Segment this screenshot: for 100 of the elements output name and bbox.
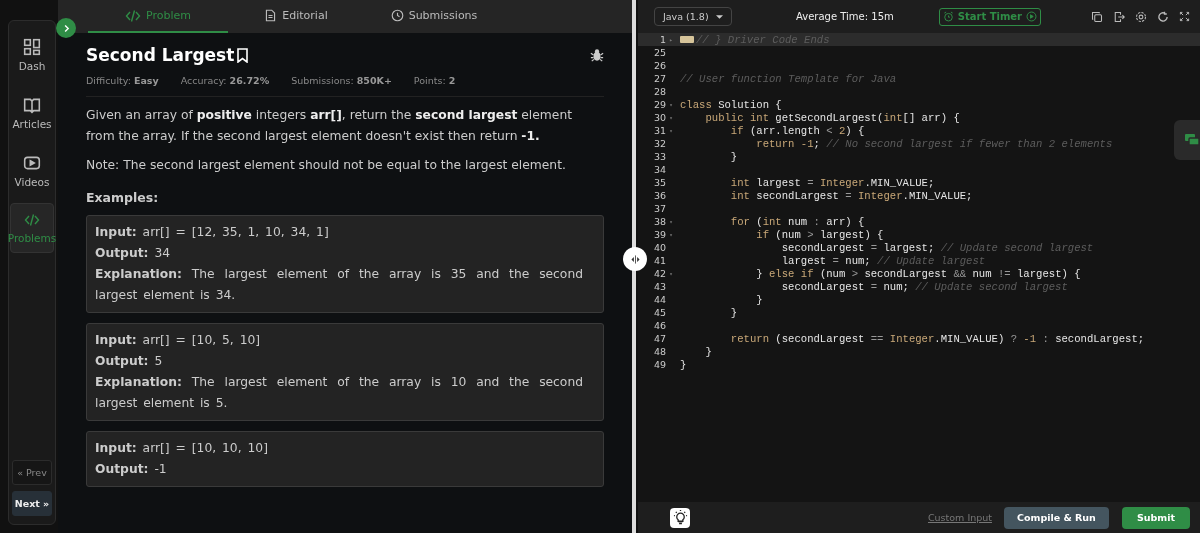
line-number: 1 xyxy=(658,34,666,45)
code-line: int secondLargest = Integer.MIN_VALUE; xyxy=(729,189,973,202)
line-number: 29 xyxy=(652,99,666,110)
line-number: 40 xyxy=(652,242,666,253)
examples-heading: Examples: xyxy=(86,190,160,205)
code-line: return (secondLargest == Integer.MIN_VALUE) ? -1 : secondLargest; xyxy=(729,332,1145,345)
nav-item[interactable]: Dash xyxy=(10,29,54,81)
line-number: 41 xyxy=(652,255,666,266)
clock-icon xyxy=(390,9,404,22)
copy-button[interactable] xyxy=(1091,10,1103,23)
exit-icon xyxy=(1113,10,1125,23)
code-line: } else if (num > secondLargest && num != largest) { xyxy=(755,267,1081,280)
folded-code-marker[interactable] xyxy=(680,36,694,43)
average-time: Average Time: 15m xyxy=(796,11,894,22)
start-timer-button[interactable]: Start Timer xyxy=(938,7,1042,26)
example-line: Output: 34 xyxy=(95,245,172,262)
next-button[interactable]: Next » xyxy=(12,491,52,516)
meta-item: Submissions: 850K+ xyxy=(291,75,392,86)
chat-icon xyxy=(1184,132,1200,148)
example-line: Explanation: The largest element of the array is 10 and the second largest element is 5. xyxy=(95,374,583,412)
caret-icon xyxy=(716,14,723,19)
nav-item[interactable]: Articles xyxy=(10,87,54,139)
line-number: 33 xyxy=(652,151,666,162)
code-line: if (num > largest) { xyxy=(755,228,884,241)
resize-handle[interactable] xyxy=(623,247,647,271)
problem-title: Second Largest xyxy=(86,45,235,65)
line-number: 47 xyxy=(652,333,666,344)
bug-icon[interactable] xyxy=(590,48,604,62)
grid-icon xyxy=(23,38,41,56)
code-line: secondLargest = largest; // Update second largest xyxy=(780,241,1094,254)
code-line: // User function Template for Java xyxy=(680,72,897,85)
line-number: 38 xyxy=(652,216,666,227)
code-icon xyxy=(125,7,141,24)
code-line: public int getSecondLargest(int[] arr) { xyxy=(704,111,960,124)
example-line: Output: -1 xyxy=(95,461,168,478)
line-number: 46 xyxy=(652,320,666,331)
line-number: 27 xyxy=(652,73,666,84)
description-paragraph: Given an array of positive integers arr[], return the second largest element from the array. If the second largest element doesn't exist then return -1. xyxy=(86,107,573,145)
tab[interactable]: Editorial xyxy=(226,0,366,33)
hint-button[interactable] xyxy=(670,507,690,528)
play-icon xyxy=(23,154,41,172)
line-number: 45 xyxy=(652,307,666,318)
line-number: 34 xyxy=(652,164,666,175)
meta-item: Points: 2 xyxy=(413,75,456,86)
book-icon xyxy=(23,96,41,114)
code-line: } xyxy=(680,358,687,371)
alarm-icon xyxy=(942,11,954,22)
submit-button[interactable]: Submit xyxy=(1121,506,1190,529)
code-line: if (arr.length < 2) { xyxy=(729,124,865,137)
export-button[interactable] xyxy=(1113,10,1125,23)
document-icon xyxy=(264,9,278,22)
code-line: } xyxy=(755,293,763,306)
code-line: for (int num : arr) { xyxy=(729,215,865,228)
example-line: Input: arr[] = [10, 10, 10] xyxy=(95,440,269,457)
chat-button[interactable] xyxy=(1174,120,1200,160)
line-number: 44 xyxy=(652,294,666,305)
line-number: 49 xyxy=(652,359,666,370)
reset-button[interactable] xyxy=(1157,10,1169,23)
expand-icon xyxy=(1179,10,1190,22)
line-number: 37 xyxy=(652,203,666,214)
code-icon xyxy=(24,212,40,228)
line-number: 35 xyxy=(652,177,666,188)
line-number: 25 xyxy=(652,47,666,58)
code-editor[interactable] xyxy=(638,33,1200,502)
line-number: 32 xyxy=(652,138,666,149)
language-dropdown[interactable]: Java (1.8) xyxy=(654,7,732,26)
tab[interactable]: Submissions xyxy=(364,0,504,33)
line-number: 28 xyxy=(652,86,666,97)
code-line: } xyxy=(704,345,712,358)
line-number: 30 xyxy=(652,112,666,123)
custom-input-link[interactable]: Custom Input xyxy=(927,512,992,523)
line-number: 39 xyxy=(652,229,666,240)
tab[interactable]: Problem xyxy=(88,0,228,33)
code-line: } xyxy=(729,150,738,163)
line-number: 26 xyxy=(652,60,666,71)
copy-icon xyxy=(1091,10,1103,23)
bookmark-icon[interactable] xyxy=(236,47,250,63)
example-line: Input: arr[] = [10, 5, 10] xyxy=(95,332,262,349)
example-line: Output: 5 xyxy=(95,353,164,370)
meta-item: Difficulty: Easy xyxy=(86,75,159,86)
line-number: 42 xyxy=(652,268,666,279)
code-line: largest = num; // Update largest xyxy=(780,254,986,267)
settings-button[interactable] xyxy=(1135,10,1147,23)
code-line: return -1; // No second largest if fewer than 2 elements xyxy=(755,137,1113,150)
line-number: 36 xyxy=(652,190,666,201)
code-line: } xyxy=(729,306,738,319)
nav-item[interactable]: Videos xyxy=(10,145,54,197)
description-paragraph: Note: The second largest element should not be equal to the largest element. xyxy=(86,157,567,174)
line-number: 48 xyxy=(652,346,666,357)
line-number: 43 xyxy=(652,281,666,292)
code-line: secondLargest = num; // Update second largest xyxy=(780,280,1068,293)
fullscreen-button[interactable] xyxy=(1179,10,1190,23)
prev-button[interactable]: « Prev xyxy=(12,460,52,485)
play-icon xyxy=(1026,11,1038,22)
code-line: int largest = Integer.MIN_VALUE; xyxy=(729,176,935,189)
example-line: Input: arr[] = [12, 35, 1, 10, 34, 1] xyxy=(95,224,330,241)
nav-item[interactable]: Problems xyxy=(10,203,54,253)
compile-run-button[interactable]: Compile & Run xyxy=(1004,506,1109,529)
line-number: 31 xyxy=(652,125,666,136)
meta-item: Accuracy: 26.72% xyxy=(180,75,270,86)
